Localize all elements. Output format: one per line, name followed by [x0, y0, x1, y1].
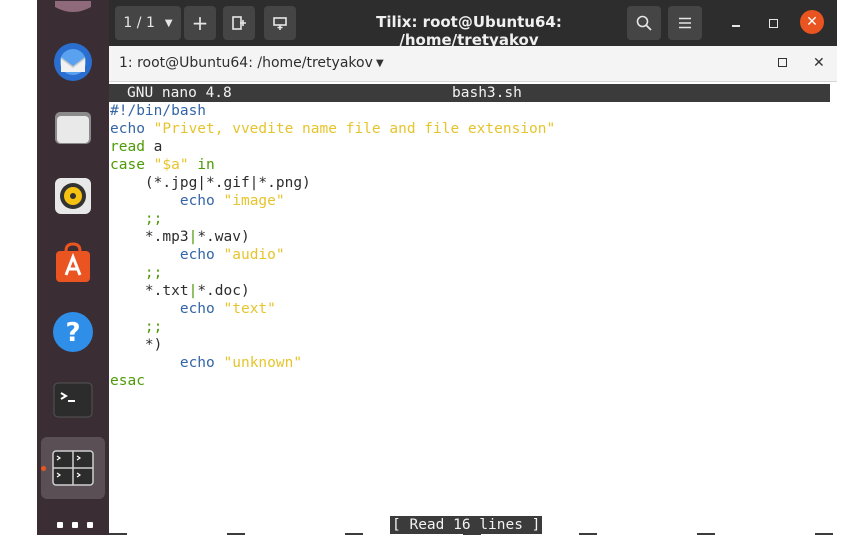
- code-token: "image": [223, 193, 285, 209]
- code-token: "unknown": [223, 355, 303, 371]
- hamburger-menu-icon: [679, 17, 691, 29]
- terminal-close-icon[interactable]: ✕: [813, 55, 825, 71]
- minimize-button[interactable]: [727, 14, 745, 32]
- show-applications-icon[interactable]: [57, 522, 93, 530]
- nano-title-bar: GNU nano 4.8 bash3.sh: [109, 84, 830, 102]
- code-editor[interactable]: #!/bin/bash echo "Privet, vvedite name f…: [110, 102, 555, 390]
- dock-app-partial-icon[interactable]: [51, 0, 95, 14]
- code-token: *.mp3: [144, 229, 189, 245]
- thunderbird-icon[interactable]: [51, 40, 95, 84]
- menu-button[interactable]: [668, 6, 702, 40]
- ubuntu-dock: ?: [37, 0, 109, 535]
- code-token: echo: [179, 355, 215, 371]
- code-token: ;;: [144, 211, 163, 227]
- split-terminal-down-button[interactable]: [264, 6, 296, 40]
- split-terminal-right-button[interactable]: [223, 6, 255, 40]
- session-switcher-button[interactable]: 1 / 1 ▼: [115, 6, 181, 40]
- minimize-icon: [732, 25, 740, 27]
- nano-status-message: [ Read 16 lines ]: [390, 516, 543, 534]
- code-token: (*.jpg|*.gif|*.png): [144, 175, 311, 191]
- code-token: echo: [179, 301, 215, 317]
- code-token: "Privet, vvedite name file and file exte…: [153, 121, 556, 137]
- maximize-icon: [768, 18, 778, 28]
- terminal-titlebar: 1: root@Ubuntu64: /home/tretyakov ▼ ✕: [109, 46, 837, 82]
- code-token: in: [197, 157, 215, 173]
- code-token: #!/bin/bash: [110, 103, 207, 119]
- nano-version: GNU nano 4.8: [127, 85, 232, 101]
- software-center-icon[interactable]: [51, 242, 95, 286]
- nano-filename: bash3.sh: [452, 85, 522, 101]
- code-token: case: [110, 157, 145, 173]
- search-icon: [636, 15, 652, 31]
- window-title: Tilix: root@Ubuntu64: /home/tretyakov: [376, 13, 562, 49]
- plus-icon: +: [191, 11, 209, 35]
- close-icon: ✕: [806, 14, 818, 30]
- chevron-down-icon: ▼: [164, 17, 173, 29]
- code-token: ;;: [144, 319, 163, 335]
- code-token: *): [144, 337, 163, 353]
- svg-text:?: ?: [65, 318, 80, 348]
- split-right-icon: [232, 16, 246, 30]
- code-token: |: [188, 283, 198, 299]
- terminal-maximize-icon[interactable]: [778, 55, 787, 71]
- terminal-icon[interactable]: [51, 378, 95, 422]
- code-token: $a: [162, 157, 180, 173]
- tilix-icon[interactable]: [51, 446, 95, 490]
- code-token: *.doc): [197, 283, 250, 299]
- maximize-button[interactable]: [764, 14, 782, 32]
- terminal-menu-chevron-icon[interactable]: ▼: [376, 58, 384, 69]
- tilix-headerbar: 1 / 1 ▼ + Tilix: root@Ubuntu64: /home/tr…: [109, 0, 837, 49]
- close-window-button[interactable]: ✕: [800, 10, 824, 34]
- code-token: a: [144, 139, 163, 155]
- search-button[interactable]: [627, 6, 661, 40]
- files-icon[interactable]: [51, 106, 95, 150]
- code-token: ;;: [144, 265, 163, 281]
- code-token: read: [110, 139, 145, 155]
- code-token: echo: [110, 121, 145, 137]
- terminal-title[interactable]: 1: root@Ubuntu64: /home/tretyakov: [119, 55, 373, 71]
- running-indicator: [41, 466, 46, 471]
- code-token: ": [179, 157, 189, 173]
- code-token: echo: [179, 193, 215, 209]
- code-token: echo: [179, 247, 215, 263]
- session-label: 1 / 1: [123, 15, 155, 31]
- code-token: *.wav): [197, 229, 250, 245]
- desktop-background: [837, 0, 867, 535]
- code-token: |: [188, 229, 198, 245]
- code-token: *.txt: [144, 283, 189, 299]
- help-icon[interactable]: ?: [51, 310, 95, 354]
- rhythmbox-icon[interactable]: [51, 174, 95, 218]
- split-down-icon: [273, 17, 287, 30]
- code-token: esac: [110, 373, 145, 389]
- terminal-view[interactable]: GNU nano 4.8 bash3.sh #!/bin/bash echo "…: [109, 82, 837, 535]
- code-token: "text": [223, 301, 276, 317]
- code-token: "audio": [223, 247, 285, 263]
- add-session-button[interactable]: +: [184, 6, 216, 40]
